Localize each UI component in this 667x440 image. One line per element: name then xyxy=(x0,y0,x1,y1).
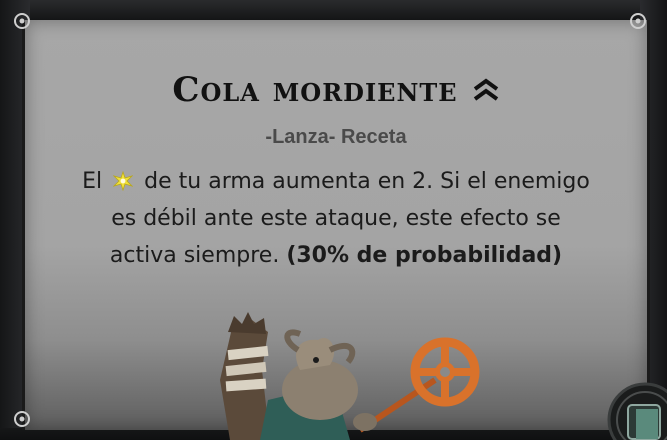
recipe-card: Cola mordiente -Lanza- Receta El de tu a… xyxy=(14,13,650,440)
card-description: El de tu arma aumenta en 2. Si el enemig… xyxy=(45,163,627,274)
card-subtitle: -Lanza- Receta xyxy=(265,126,407,148)
description-line-3: activa siempre. (30% de probabilidad) xyxy=(45,237,627,274)
probability-text: (30% de probabilidad) xyxy=(286,243,563,268)
description-text: El xyxy=(82,169,103,194)
double-chevron-up-icon xyxy=(473,78,498,101)
description-text: de tu arma aumenta en 2. Si el enemigo xyxy=(144,169,590,194)
game-screen: Cola mordiente -Lanza- Receta El de tu a… xyxy=(0,0,667,440)
card-title-row: Cola mordiente xyxy=(25,70,647,110)
description-text: activa siempre. xyxy=(109,243,280,268)
creature-illustration xyxy=(220,312,480,440)
description-line-2: es débil ante este ataque, este efecto s… xyxy=(111,206,561,231)
frame-top-border xyxy=(0,0,667,20)
corner-ornament-icon xyxy=(630,13,646,29)
corner-ornament-icon xyxy=(14,13,30,29)
corner-ornament-icon xyxy=(14,411,30,427)
card-title: Cola mordiente xyxy=(172,70,458,110)
description-line-1: El de tu arma aumenta en 2. Si el enemig… xyxy=(45,163,627,200)
menu-corner-badge-icon[interactable] xyxy=(600,375,667,440)
spark-star-icon xyxy=(113,171,134,191)
